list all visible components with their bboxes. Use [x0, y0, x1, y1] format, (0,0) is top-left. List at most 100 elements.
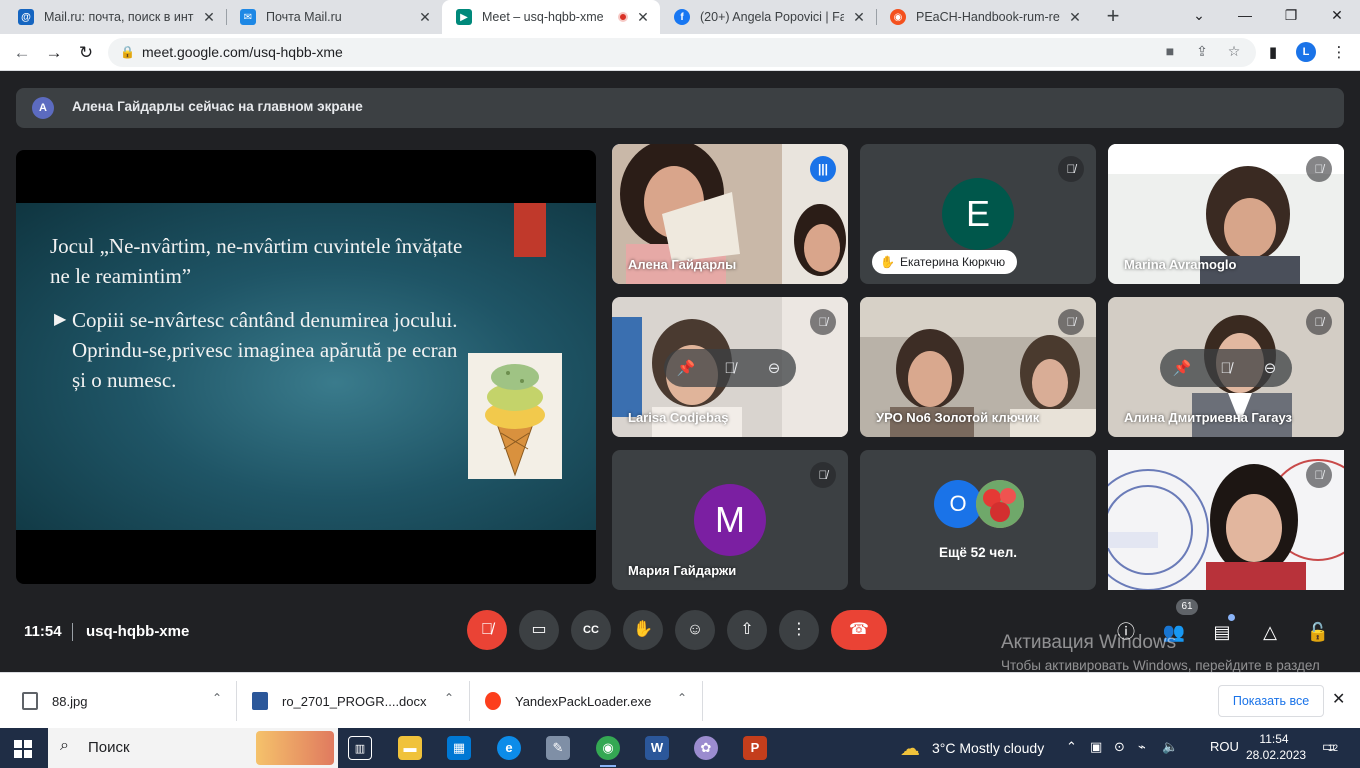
tab-search-icon[interactable]: ⌄	[1176, 0, 1222, 32]
pin-icon[interactable]: 📌	[1160, 359, 1204, 377]
present-screen-button[interactable]: ⇧	[727, 610, 767, 650]
edge-icon[interactable]: e	[497, 736, 521, 760]
remove-icon[interactable]: ⊖	[752, 359, 796, 377]
close-downloads-icon[interactable]: ✕	[1332, 689, 1345, 709]
muted-mic-icon: 🎙̸	[810, 462, 836, 488]
muted-mic-icon: 🎙̸	[1058, 156, 1084, 182]
mute-participant-icon[interactable]: 🎙̸	[1204, 360, 1248, 377]
tab-mailru-search[interactable]: @ Mail.ru: почта, поиск в интер ✕	[4, 0, 226, 34]
minimize-icon[interactable]: —	[1222, 0, 1268, 32]
restore-icon[interactable]: ❐	[1268, 0, 1314, 32]
reload-icon[interactable]: ↻	[72, 39, 100, 67]
close-tab-icon[interactable]: ✕	[850, 9, 868, 26]
task-view-icon[interactable]: ▥	[348, 736, 372, 760]
windows-taskbar: ⌕ Поиск ▥ ▬ ▦ e ✎ ◉ W ✿ P ☁ 3°C Mostly c…	[0, 728, 1360, 768]
exe-file-icon	[485, 692, 501, 710]
unread-dot	[1228, 614, 1235, 621]
tab-facebook[interactable]: f (20+) Angela Popovici | Faceb ✕	[660, 0, 876, 34]
leave-call-button[interactable]: ☎	[831, 610, 887, 650]
emoji-button[interactable]: ☺	[675, 610, 715, 650]
participant-avatar: М	[694, 484, 766, 556]
tab-meet[interactable]: ▶ Meet – usq-hqbb-xme ✕	[442, 0, 660, 34]
divider	[72, 623, 73, 641]
mute-participant-icon[interactable]: 🎙̸	[708, 360, 752, 377]
browser-tab-strip: @ Mail.ru: почта, поиск в интер ✕ ✉ Почт…	[0, 0, 1360, 34]
chevron-up-icon[interactable]: ⌃	[677, 691, 687, 705]
participant-tile[interactable]: 📌 🎙̸ ⊖ 🎙̸ Larisa Codjebaş	[612, 297, 848, 437]
browser-menu-icon[interactable]: ⋮	[1326, 40, 1352, 66]
participant-avatar-photo	[976, 480, 1024, 528]
participant-tile[interactable]: 📌 🎙̸ ⊖ 🎙̸ Алина Дмитриевна Гагауз	[1108, 297, 1344, 437]
taskbar-search[interactable]: ⌕ Поиск	[48, 728, 338, 768]
mic-off-button[interactable]: 🎙̸	[467, 610, 507, 650]
participant-tile[interactable]: ||| Алена Гайдарлы	[612, 144, 848, 284]
muted-mic-icon: 🎙̸	[810, 309, 836, 335]
participant-tile[interactable]: М 🎙̸ Мария Гайдаржи	[612, 450, 848, 590]
bookmark-star-icon[interactable]: ☆	[1224, 43, 1244, 60]
tab-peach-handbook[interactable]: ◉ PEaCH-Handbook-rum-rev2 ✕	[876, 0, 1092, 34]
participant-tile[interactable]: E 🎙̸ ✋ Екатерина Кюркчю	[860, 144, 1096, 284]
tray-camera-icon[interactable]: ⊙	[1114, 739, 1125, 755]
share-icon[interactable]: ⇪	[1192, 43, 1212, 60]
tray-expand-icon[interactable]: ⌃	[1066, 739, 1077, 755]
participant-avatar: O	[934, 480, 982, 528]
tab-mailru-mail[interactable]: ✉ Почта Mail.ru ✕	[226, 0, 442, 34]
others-count: Ещё 52 чел.	[938, 545, 1018, 560]
close-tab-icon[interactable]: ✕	[200, 9, 218, 26]
chevron-up-icon[interactable]: ⌃	[444, 691, 454, 705]
close-tab-icon[interactable]: ✕	[634, 9, 652, 26]
participant-name: Marina Avramoglo	[1124, 257, 1237, 272]
search-icon: ⌕	[60, 737, 69, 754]
url-text[interactable]: meet.google.com/usq-hqbb-xme	[142, 44, 343, 60]
presentation-banner: A Алена Гайдарлы сейчас на главном экран…	[16, 88, 1344, 128]
lock-icon[interactable]: 🔒	[120, 45, 135, 59]
network-icon[interactable]: ⌁	[1138, 739, 1146, 755]
volume-icon[interactable]: 🔈	[1162, 739, 1178, 755]
close-window-icon[interactable]: ✕	[1314, 0, 1360, 32]
muted-mic-icon: 🎙̸	[1306, 156, 1332, 182]
divider	[469, 681, 470, 721]
weather-widget[interactable]: ☁ 3°C Mostly cloudy	[900, 738, 1044, 760]
windows-start-icon[interactable]	[14, 740, 32, 758]
participants-count-badge: 61	[1176, 599, 1198, 615]
chevron-up-icon[interactable]: ⌃	[212, 691, 222, 705]
store-icon[interactable]: ▦	[447, 736, 471, 760]
close-tab-icon[interactable]: ✕	[1066, 9, 1084, 26]
powerpoint-icon[interactable]: P	[743, 736, 767, 760]
camera-in-use-icon[interactable]: ■	[1160, 43, 1180, 59]
participant-name-pill: ✋ Екатерина Кюркчю	[872, 250, 1018, 274]
more-options-button[interactable]: ⋮	[779, 610, 819, 650]
cloud-icon: ☁	[900, 738, 920, 760]
self-view-tile[interactable]: 🎙̸	[1108, 450, 1344, 590]
participant-tile[interactable]: 🎙̸ УРО No6 Золотой ключик	[860, 297, 1096, 437]
paint-icon[interactable]: ✎	[546, 736, 570, 760]
participant-tile[interactable]: 🎙̸ Marina Avramoglo	[1108, 144, 1344, 284]
side-panel-icon[interactable]: ▮	[1260, 40, 1286, 66]
language-indicator[interactable]: ROU	[1210, 739, 1239, 754]
download-item[interactable]: ro_2701_PROGR....docx ⌃	[252, 673, 468, 729]
download-item[interactable]: 88.jpg ⌃	[22, 673, 236, 729]
show-all-button[interactable]: Показать все	[1218, 685, 1324, 717]
file-explorer-icon[interactable]: ▬	[398, 736, 422, 760]
others-tile[interactable]: O Ещё 52 чел.	[860, 450, 1096, 590]
word-icon[interactable]: W	[645, 736, 669, 760]
captions-button[interactable]: CC	[571, 610, 611, 650]
back-icon[interactable]: ←	[8, 39, 36, 67]
taskbar-clock[interactable]: 11:54 28.02.2023	[1246, 731, 1306, 763]
notification-center-icon[interactable]: ▭ 12	[1322, 738, 1338, 755]
address-bar[interactable]: 🔒 meet.google.com/usq-hqbb-xme ■ ⇪ ☆	[108, 38, 1256, 67]
forward-icon[interactable]: →	[40, 39, 68, 67]
shared-screen[interactable]: Jocul „Ne-nvârtim, ne-nvârtim cuvintele …	[16, 150, 596, 584]
slide-title: Jocul „Ne-nvârtim, ne-nvârtim cuvintele …	[50, 234, 463, 288]
raise-hand-button[interactable]: ✋	[623, 610, 663, 650]
tray-app-icon[interactable]: ▣	[1090, 739, 1102, 755]
pin-icon[interactable]: 📌	[664, 359, 708, 377]
new-tab-button[interactable]: +	[1100, 4, 1126, 30]
chrome-icon[interactable]: ◉	[596, 736, 620, 767]
download-item[interactable]: YandexPackLoader.exe ⌃	[485, 673, 701, 729]
camera-button[interactable]: ▭	[519, 610, 559, 650]
close-tab-icon[interactable]: ✕	[416, 9, 434, 26]
profile-avatar[interactable]: L	[1296, 42, 1316, 62]
paint-3d-icon[interactable]: ✿	[694, 736, 718, 760]
remove-icon[interactable]: ⊖	[1248, 359, 1292, 377]
